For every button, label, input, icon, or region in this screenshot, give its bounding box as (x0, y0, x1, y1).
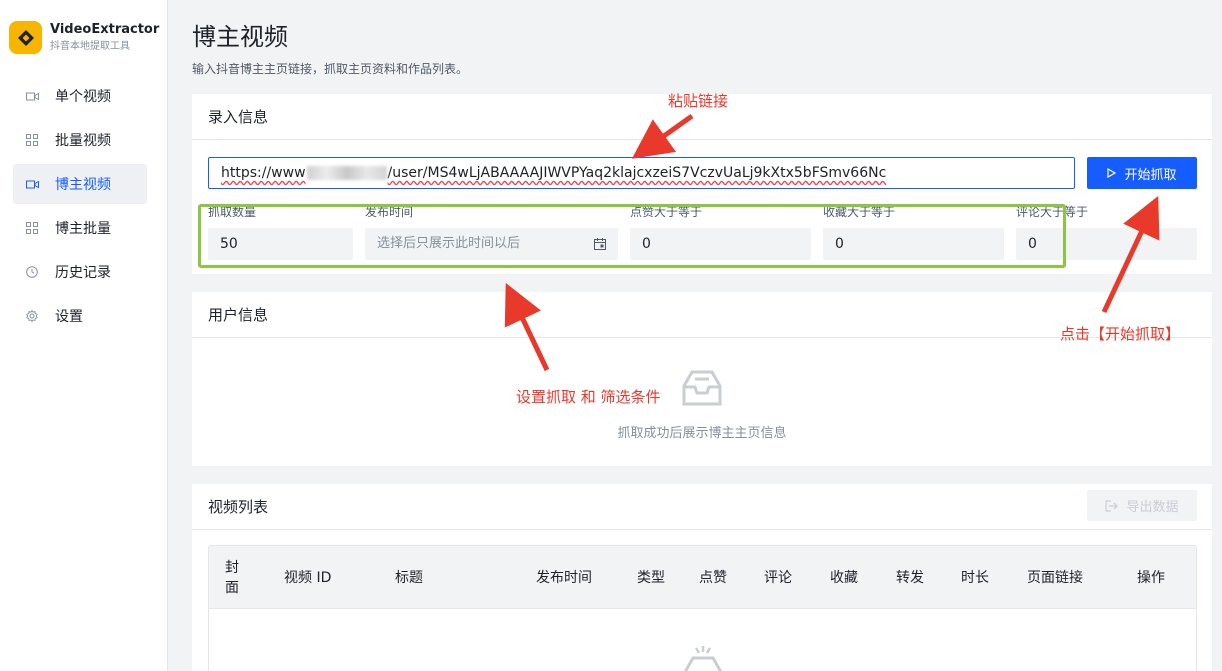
column-header-shares: 转发 (896, 569, 924, 586)
input-card: 录入信息 https://www/user/MS4wLjABAAAAJIWVPY… (192, 94, 1212, 274)
sidebar-item-blogger-video[interactable]: 博主视频 (13, 164, 147, 204)
video-card-title: 视频列表 (192, 484, 1212, 530)
app-name: VideoExtractor (50, 21, 160, 37)
likes-input[interactable]: 0 (630, 228, 811, 260)
sidebar-item-batch-video[interactable]: 批量视频 (13, 120, 147, 160)
count-input[interactable]: 50 (208, 228, 353, 260)
start-button[interactable]: 开始抓取 (1087, 157, 1197, 189)
grid-icon (25, 221, 39, 235)
sidebar-item-label: 博主批量 (55, 221, 111, 237)
clock-icon (25, 265, 39, 279)
column-header-page-link: 页面链接 (1027, 569, 1083, 586)
play-icon (1107, 168, 1117, 178)
sidebar-item-label: 设置 (55, 309, 83, 325)
video-list-card: 视频列表 导出数据 封 面 视频 ID 标题 发布时间 类型 点赞 评论 收藏 … (192, 484, 1212, 671)
sidebar-item-settings[interactable]: 设置 (13, 296, 147, 336)
column-header-likes: 点赞 (699, 569, 727, 586)
app-logo-icon (9, 21, 42, 54)
sidebar: VideoExtractor 抖音本地提取工具 单个视频 批量视频 博主视频 博… (0, 0, 168, 671)
brand: VideoExtractor 抖音本地提取工具 (9, 21, 159, 54)
url-prefix: https://www (221, 165, 306, 181)
column-header-comments: 评论 (764, 569, 792, 586)
app-subtitle: 抖音本地提取工具 (50, 40, 130, 52)
publish-time-picker[interactable]: 选择后只展示此时间以后 (365, 228, 618, 260)
annotation-click-start: 点击【开始抓取】 (1060, 325, 1181, 343)
export-button-label: 导出数据 (1126, 500, 1179, 515)
sidebar-item-single-video[interactable]: 单个视频 (13, 76, 147, 116)
column-header-type: 类型 (637, 569, 665, 586)
column-header-title: 标题 (395, 569, 423, 586)
comments-input[interactable]: 0 (1016, 228, 1197, 260)
user-card-title: 用户信息 (192, 292, 1212, 338)
user-info-card: 用户信息 抓取成功后展示博主主页信息 (192, 292, 1212, 466)
redacted-blur (306, 166, 387, 180)
column-header-favorites: 收藏 (830, 569, 858, 586)
page-subtitle: 输入抖音博主主页链接，抓取主页资料和作品列表。 (192, 62, 469, 76)
column-header-cover: 封 面 (225, 559, 239, 596)
video-icon (25, 89, 39, 103)
sidebar-item-label: 博主视频 (55, 177, 111, 193)
sidebar-item-blogger-batch[interactable]: 博主批量 (13, 208, 147, 248)
url-input[interactable]: https://www/user/MS4wLjABAAAAJIWVPYaq2kl… (208, 157, 1075, 189)
export-icon (1105, 499, 1119, 512)
favorites-label: 收藏大于等于 (823, 205, 896, 219)
page-title: 博主视频 (192, 23, 288, 51)
favorites-input[interactable]: 0 (823, 228, 1004, 260)
gear-icon (25, 309, 39, 323)
user-empty-text: 抓取成功后展示博主主页信息 (617, 426, 787, 441)
empty-inbox-icon (192, 370, 1212, 412)
video-table: 封 面 视频 ID 标题 发布时间 类型 点赞 评论 收藏 转发 时长 页面链接… (208, 545, 1197, 671)
sidebar-item-label: 历史记录 (55, 265, 111, 281)
sidebar-item-label: 单个视频 (55, 89, 111, 105)
column-header-publish-time: 发布时间 (536, 569, 592, 586)
column-header-duration: 时长 (961, 569, 989, 586)
start-button-label: 开始抓取 (1124, 167, 1177, 183)
favorites-field: 收藏大于等于 0 (823, 204, 1004, 260)
publish-time-label: 发布时间 (365, 205, 414, 219)
sidebar-item-label: 批量视频 (55, 133, 111, 149)
publish-time-placeholder: 选择后只展示此时间以后 (377, 236, 521, 251)
count-label: 抓取数量 (208, 205, 257, 219)
video-icon (25, 177, 39, 191)
sidebar-nav: 单个视频 批量视频 博主视频 博主批量 历史记录 设置 (13, 76, 147, 340)
table-header: 封 面 视频 ID 标题 发布时间 类型 点赞 评论 收藏 转发 时长 页面链接… (209, 546, 1196, 609)
calendar-icon (594, 238, 606, 250)
likes-label: 点赞大于等于 (630, 205, 703, 219)
url-suffix: /user/MS4wLjABAAAAJIWVPYaq2klajcxzeiS7Vc… (387, 165, 887, 181)
column-header-video-id: 视频 ID (284, 569, 332, 586)
grid-icon (25, 133, 39, 147)
column-header-actions: 操作 (1137, 569, 1165, 586)
comments-label: 评论大于等于 (1016, 205, 1089, 219)
count-field: 抓取数量 50 (208, 204, 353, 260)
publish-time-field: 发布时间 选择后只展示此时间以后 (365, 204, 618, 260)
annotation-set-filters: 设置抓取 和 筛选条件 (516, 388, 661, 406)
export-button[interactable]: 导出数据 (1087, 490, 1197, 521)
comments-field: 评论大于等于 0 (1016, 204, 1197, 260)
sidebar-item-history[interactable]: 历史记录 (13, 252, 147, 292)
annotation-paste-link: 粘贴链接 (668, 92, 729, 110)
likes-field: 点赞大于等于 0 (630, 204, 811, 260)
empty-inbox-icon (683, 644, 723, 671)
